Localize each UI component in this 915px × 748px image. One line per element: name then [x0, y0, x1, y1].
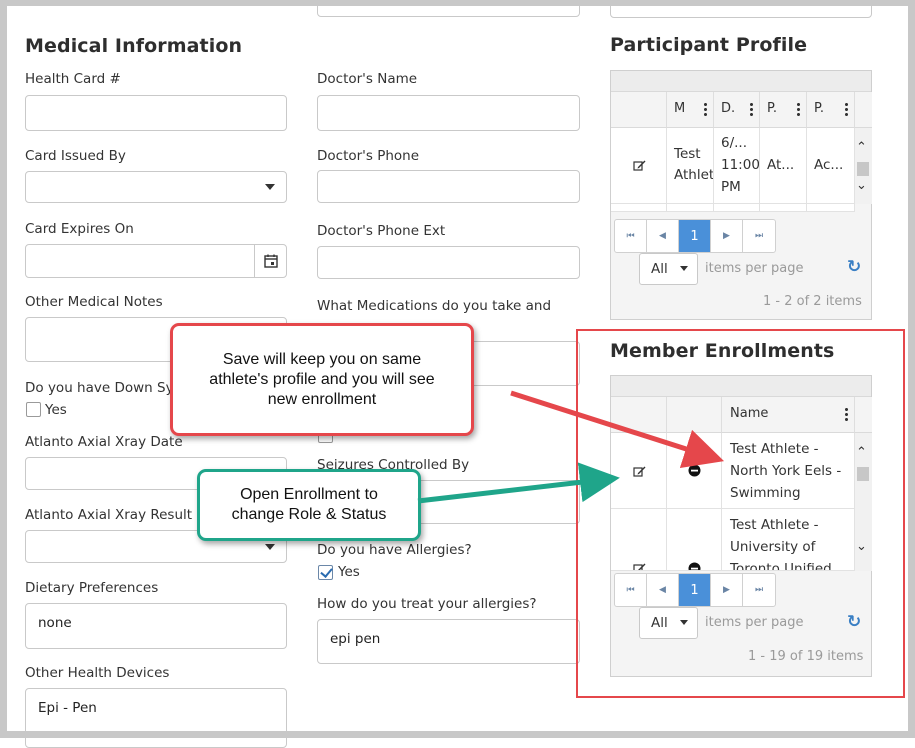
treat-allergies-label: How do you treat your allergies?: [317, 596, 537, 612]
other-notes-label: Other Medical Notes: [25, 294, 163, 310]
grid-toolbar: [611, 71, 871, 92]
grid-header-col1[interactable]: M: [667, 92, 714, 128]
down-syndrome-checkbox[interactable]: [26, 402, 41, 417]
doctor-phone-ext-input[interactable]: [317, 246, 580, 279]
participant-profile-title: Participant Profile: [610, 34, 808, 56]
allergies-checkbox[interactable]: [318, 565, 333, 580]
next-page-button[interactable]: ▶: [711, 220, 743, 252]
calendar-icon: [263, 254, 278, 268]
table-row-partial: [807, 204, 855, 212]
scrollbar-thumb[interactable]: [857, 162, 869, 176]
doctor-name-input[interactable]: [317, 95, 580, 131]
medications-label: What Medications do you take and: [317, 298, 552, 314]
chevron-down-icon: [265, 543, 275, 550]
table-row-partial: [714, 204, 760, 212]
refresh-icon[interactable]: ↻: [847, 257, 861, 277]
grid-header-col4[interactable]: P.: [807, 92, 855, 128]
card-issued-select[interactable]: [25, 171, 287, 203]
first-page-button[interactable]: ⏮: [615, 220, 647, 252]
vertical-scrollbar[interactable]: ⌃ ⌄: [855, 128, 872, 204]
allergies-option-label: Yes: [338, 564, 360, 580]
treat-allergies-value: epi pen: [330, 631, 381, 647]
down-syndrome-option-label: Yes: [45, 402, 67, 418]
table-row-partial: [667, 204, 714, 212]
table-row-edit-cell[interactable]: [611, 128, 667, 204]
health-devices-label: Other Health Devices: [25, 665, 170, 681]
edit-icon[interactable]: [633, 159, 646, 171]
chevron-down-icon[interactable]: ⌄: [856, 178, 867, 193]
enrollments-highlight-box: [576, 329, 905, 698]
chevron-down-icon: [265, 184, 275, 190]
column-menu-icon[interactable]: [704, 102, 707, 117]
last-page-button[interactable]: ⏭: [743, 220, 775, 252]
table-row-partial: [611, 204, 667, 212]
top-partial-input[interactable]: [317, 0, 580, 17]
participant-page-size-select[interactable]: All: [639, 253, 698, 285]
medical-section-title: Medical Information: [25, 35, 243, 57]
open-enrollment-callout-text: Open Enrollment to change Role & Status: [231, 486, 387, 523]
doctor-name-label: Doctor's Name: [317, 71, 418, 87]
health-devices-textarea[interactable]: Epi - Pen: [25, 688, 287, 748]
doctor-phone-ext-label: Doctor's Phone Ext: [317, 223, 446, 239]
calendar-button[interactable]: [254, 245, 286, 277]
card-expires-label: Card Expires On: [25, 221, 134, 237]
participant-pager: ⏮ ◀ 1 ▶ ⏭: [614, 219, 776, 253]
column-menu-icon[interactable]: [845, 102, 848, 117]
grid-header-col2[interactable]: D.: [714, 92, 760, 128]
save-callout: Save will keep you on same athlete's pro…: [170, 323, 474, 436]
allergies-label: Do you have Allergies?: [317, 542, 472, 558]
health-card-label: Health Card #: [25, 71, 121, 87]
grid-header-spacer: [855, 92, 872, 128]
xray-date-label: Atlanto Axial Xray Date: [25, 434, 183, 450]
dietary-value: none: [38, 615, 72, 631]
dietary-label: Dietary Preferences: [25, 580, 159, 596]
open-enrollment-callout: Open Enrollment to change Role & Status: [197, 469, 421, 541]
page-1-button[interactable]: 1: [679, 220, 711, 252]
health-card-input[interactable]: [25, 95, 287, 131]
dietary-textarea[interactable]: none: [25, 603, 287, 649]
grid-header-edit: [611, 92, 667, 128]
column-menu-icon[interactable]: [797, 102, 800, 117]
chevron-down-icon: [680, 266, 688, 271]
health-devices-value: Epi - Pen: [38, 700, 97, 716]
table-cell: Ac...: [807, 128, 855, 204]
grid-header-col3[interactable]: P.: [760, 92, 807, 128]
xray-result-label: Atlanto Axial Xray Result: [25, 507, 193, 523]
participant-summary: 1 - 2 of 2 items: [763, 294, 862, 309]
doctor-phone-input[interactable]: [317, 170, 580, 203]
chevron-up-icon[interactable]: ⌃: [856, 140, 867, 155]
table-cell: 6/... 11:00 PM: [714, 128, 760, 204]
save-callout-text: Save will keep you on same athlete's pro…: [209, 350, 435, 408]
down-syndrome-label: Do you have Down Sync: [25, 380, 190, 396]
card-expires-datepicker[interactable]: [25, 244, 287, 278]
items-per-page-label: items per page: [705, 261, 804, 276]
table-row-partial: [760, 204, 807, 212]
treat-allergies-textarea[interactable]: epi pen: [317, 619, 580, 664]
top-partial-input-right[interactable]: [610, 0, 872, 18]
column-menu-icon[interactable]: [750, 102, 753, 117]
table-cell: At...: [760, 128, 807, 204]
card-issued-label: Card Issued By: [25, 148, 126, 164]
prev-page-button[interactable]: ◀: [647, 220, 679, 252]
doctor-phone-label: Doctor's Phone: [317, 148, 420, 164]
table-cell: Test Athlet: [667, 128, 714, 204]
